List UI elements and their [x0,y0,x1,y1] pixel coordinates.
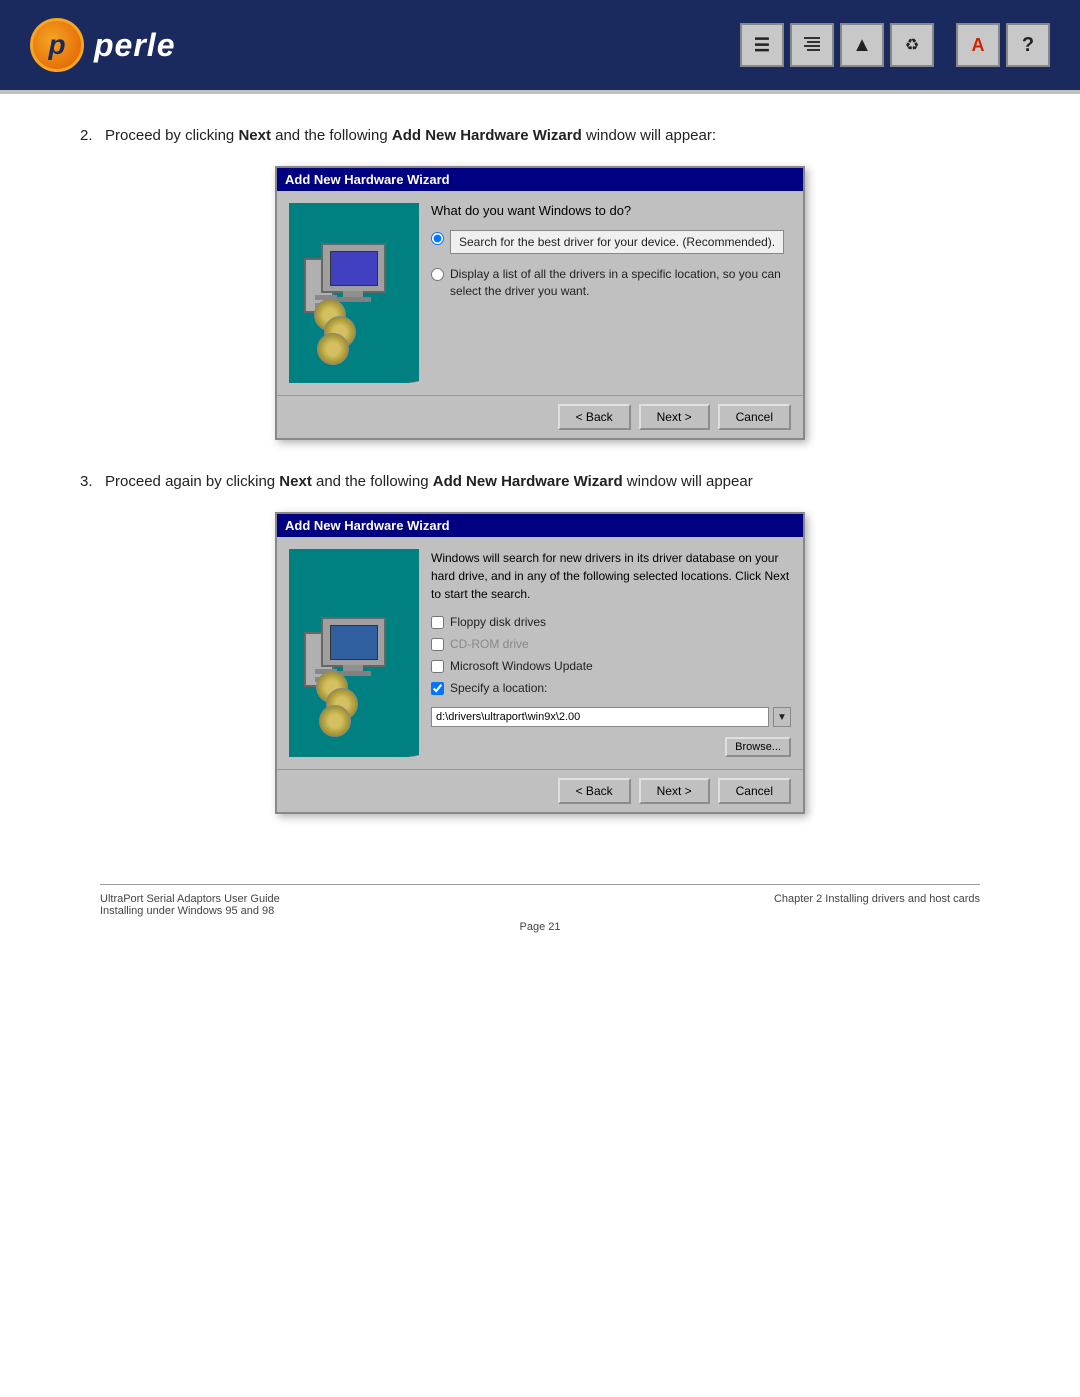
wizard2-check1-label: Floppy disk drives [450,615,546,629]
step2-bold2: Add New Hardware Wizard [392,127,582,144]
wizard1-radio1[interactable] [431,232,444,245]
wizard2-check1[interactable]: Floppy disk drives [431,615,791,629]
step3-before: Proceed again by clicking [105,473,279,490]
wizard2-back-button[interactable]: < Back [558,778,631,804]
wizard2-dropdown-arrow[interactable]: ▼ [773,707,791,727]
indent-doc-icon[interactable] [790,23,834,67]
recycle-icon[interactable]: ♻ [890,23,934,67]
main-content: 2. Proceed by clicking Next and the foll… [0,94,1080,864]
step3-number: 3. [80,473,101,490]
step2-middle: and the following [271,127,392,144]
wizard1-radio2[interactable] [431,268,444,281]
wizard2-right: Windows will search for new drivers in i… [431,549,791,757]
wizard2-next-button[interactable]: Next > [639,778,710,804]
wizard2-browse-button[interactable]: Browse... [725,737,791,757]
footer-right: Chapter 2 Installing drivers and host ca… [774,893,980,917]
paper-1 [405,379,419,383]
wizard1-option1[interactable]: Search for the best driver for your devi… [431,230,791,254]
header: p perle ☰ ▲ ♻ A ? [0,0,1080,90]
disc-3 [317,333,349,365]
monitor-stand [336,297,371,302]
wizard1-body: What do you want Windows to do? Search f… [277,191,803,395]
step2-number: 2. [80,127,101,144]
header-toolbar: ☰ ▲ ♻ A ? [740,23,1050,67]
step3-after: window will appear [623,473,753,490]
step3-bold1: Next [279,473,312,490]
footer-left: UltraPort Serial Adaptors User Guide Ins… [100,893,280,917]
logo-circle: p [30,18,84,72]
wizard2-check2[interactable]: CD-ROM drive [431,637,791,651]
wizard1-question: What do you want Windows to do? [431,203,791,218]
wizard1-option1-box: Search for the best driver for your devi… [450,230,784,254]
logo: p perle [30,18,175,72]
monitor [321,243,386,293]
logo-text: perle [94,27,175,64]
wizard2-check3[interactable]: Microsoft Windows Update [431,659,791,673]
wizard-window-2: Add New Hardware Wizard [275,512,805,814]
paper2-1 [405,753,419,757]
triangle-up-icon[interactable]: ▲ [840,23,884,67]
step2-bold1: Next [238,127,271,144]
computer-illustration-1 [299,233,409,383]
wizard-window-1: Add New Hardware Wizard [275,166,805,440]
wizard2-location-row: ▼ [431,707,791,727]
wizard2-checkbox2[interactable] [431,638,444,651]
wizard2-description: Windows will search for new drivers in i… [431,549,791,603]
cd-discs [309,314,356,365]
wizard1-titlebar: Add New Hardware Wizard [277,168,803,191]
step2-after: window will appear: [582,127,716,144]
wizard1-next-button[interactable]: Next > [639,404,710,430]
wizard2-check2-label: CD-ROM drive [450,637,529,651]
list-lines-icon[interactable]: ☰ [740,23,784,67]
step3-text: 3. Proceed again by clicking Next and th… [80,470,1020,494]
monitor-screen [330,251,378,286]
wizard2-check3-label: Microsoft Windows Update [450,659,593,673]
computer-illustration-2 [299,607,409,757]
wizard2-cancel-button[interactable]: Cancel [718,778,791,804]
wizard2-body: Windows will search for new drivers in i… [277,537,803,769]
wizard1-cancel-button[interactable]: Cancel [718,404,791,430]
wizard2-checkbox4[interactable] [431,682,444,695]
wizard1-title: Add New Hardware Wizard [285,172,450,187]
wizard2-check4[interactable]: Specify a location: [431,681,791,695]
wizard2-titlebar: Add New Hardware Wizard [277,514,803,537]
page-footer: UltraPort Serial Adaptors User Guide Ins… [100,884,980,917]
disc2-3 [319,705,351,737]
wizard2-checkbox1[interactable] [431,616,444,629]
font-a-icon[interactable]: A [956,23,1000,67]
step3-middle: and the following [312,473,433,490]
footer-left-line1: UltraPort Serial Adaptors User Guide [100,893,280,905]
wizard1-image [289,203,419,383]
footer-area: UltraPort Serial Adaptors User Guide Ins… [50,884,1030,933]
wizard1-right: What do you want Windows to do? Search f… [431,203,791,383]
monitor2-screen [330,625,378,660]
wizard2-footer: < Back Next > Cancel [277,769,803,812]
wizard1-option2[interactable]: Display a list of all the drivers in a s… [431,266,791,300]
wizard1-option2-label: Display a list of all the drivers in a s… [450,266,791,300]
wizard2-image [289,549,419,757]
wizard2-checkbox3[interactable] [431,660,444,673]
wizard1-footer: < Back Next > Cancel [277,395,803,438]
help-question-icon[interactable]: ? [1006,23,1050,67]
step3-bold2: Add New Hardware Wizard [433,473,623,490]
page-number: Page 21 [50,921,1030,933]
wizard1-option1-label: Search for the best driver for your devi… [459,235,775,249]
wizard2-check4-label: Specify a location: [450,681,547,695]
wizard2-location-input[interactable] [431,707,769,727]
monitor2 [321,617,386,667]
wizard1-back-button[interactable]: < Back [558,404,631,430]
step2-text: 2. Proceed by clicking Next and the foll… [80,124,1020,148]
step2-before: Proceed by clicking [105,127,238,144]
logo-p-letter: p [48,29,65,61]
wizard2-title: Add New Hardware Wizard [285,518,450,533]
footer-left-line2: Installing under Windows 95 and 98 [100,905,280,917]
